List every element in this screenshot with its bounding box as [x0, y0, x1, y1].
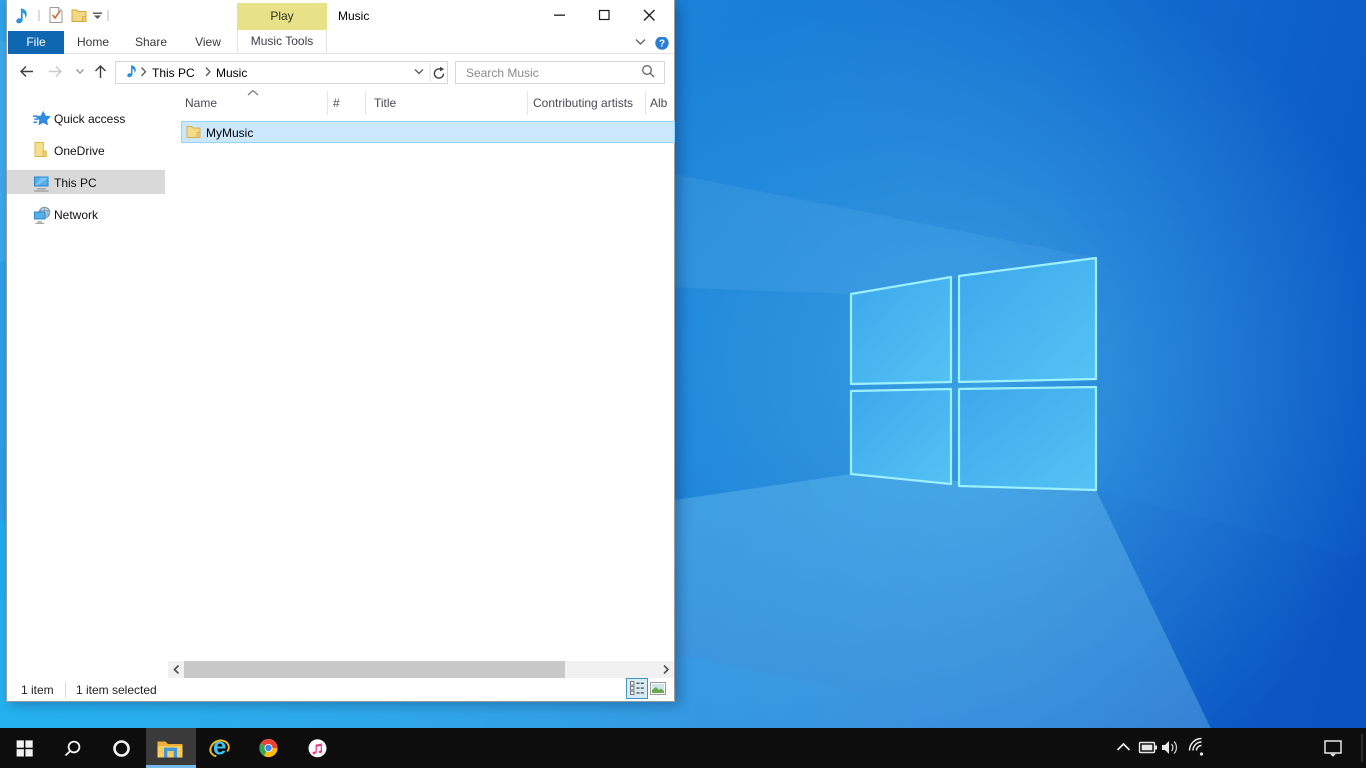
- svg-text:?: ?: [659, 39, 665, 50]
